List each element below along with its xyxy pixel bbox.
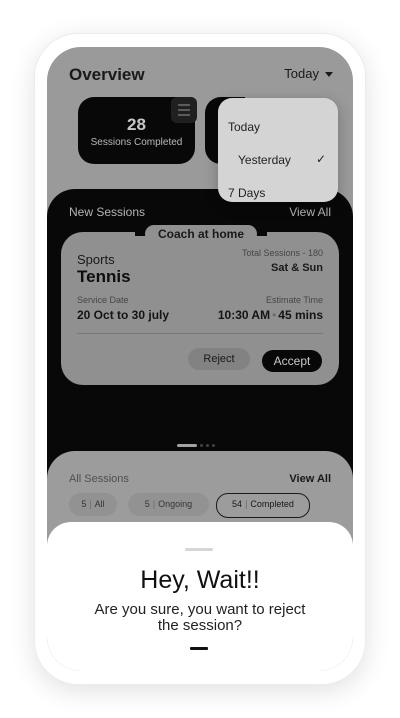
drag-handle[interactable] (185, 548, 213, 551)
sheet-bar (190, 647, 208, 650)
app-screen: Overview Today 28 Sessions Completed New… (47, 47, 353, 671)
phone-frame: Overview Today 28 Sessions Completed New… (34, 33, 366, 685)
period-dropdown-menu: Today Yesterday ✓ 7 Days (218, 98, 338, 202)
confirm-bottom-sheet: Hey, Wait!! Are you sure, you want to re… (47, 522, 353, 671)
dropdown-option-yesterday[interactable]: Yesterday (238, 153, 291, 167)
dropdown-option-today[interactable]: Today (228, 120, 260, 134)
check-icon: ✓ (315, 152, 326, 166)
sheet-message: Are you sure, you want to reject the ses… (94, 601, 306, 634)
sheet-title: Hey, Wait!! (140, 566, 260, 594)
dropdown-option-7days[interactable]: 7 Days (228, 186, 265, 200)
